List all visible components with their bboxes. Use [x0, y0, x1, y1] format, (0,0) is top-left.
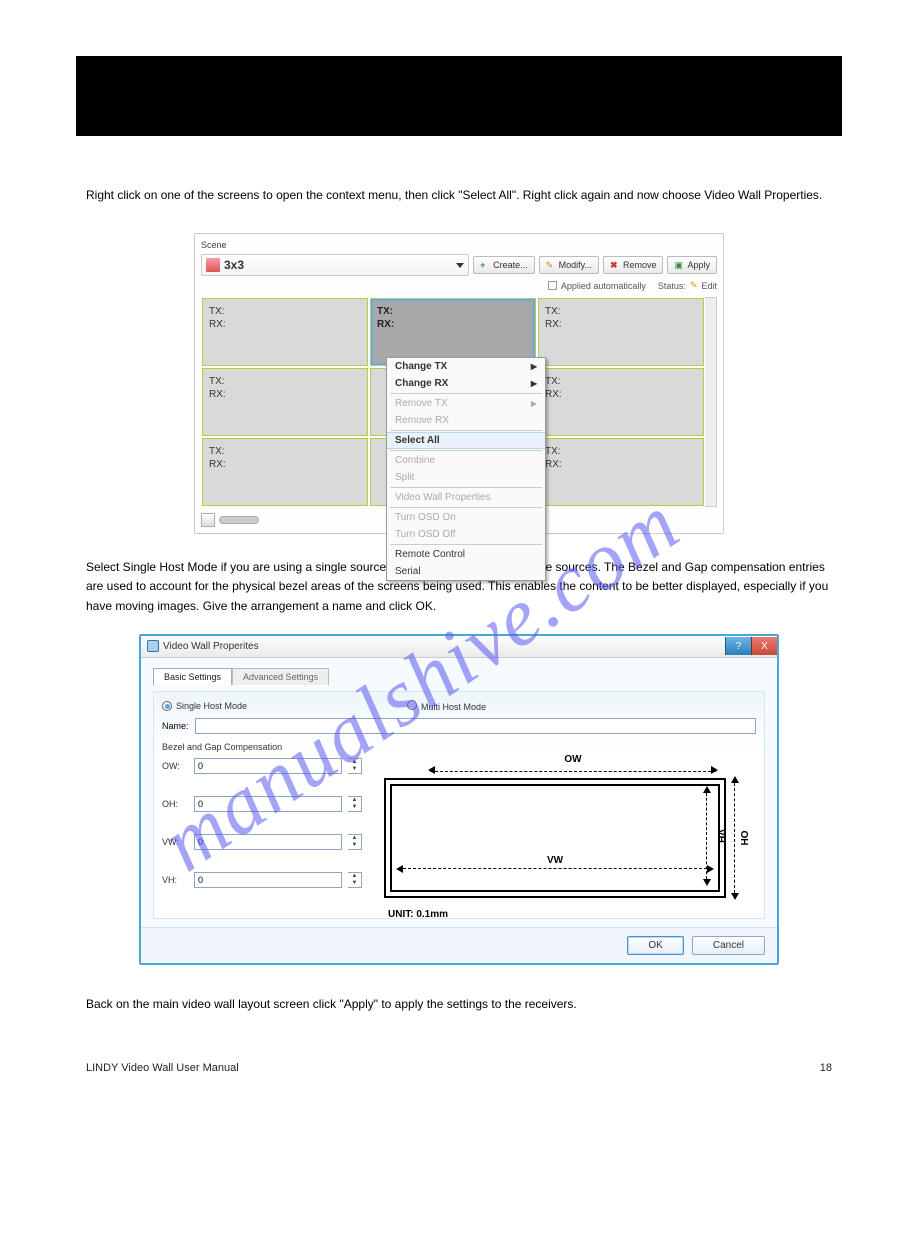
tile-2-0[interactable]: TX:RX:: [202, 438, 368, 506]
oh-input[interactable]: [194, 796, 342, 812]
paragraph-1: Right click on one of the screens to ope…: [86, 186, 832, 205]
ow-input[interactable]: [194, 758, 342, 774]
remove-button[interactable]: ✖Remove: [603, 256, 664, 274]
multi-host-radio[interactable]: [407, 700, 417, 710]
multi-host-label: Multi Host Mode: [421, 702, 486, 712]
menu-remove-tx: Remove TX▶: [387, 395, 545, 412]
applied-auto-checkbox[interactable]: [548, 281, 557, 290]
context-menu: Change TX▶ Change RX▶ Remove TX▶ Remove …: [386, 357, 546, 581]
menu-select-all[interactable]: Select All: [387, 432, 545, 449]
single-host-label: Single Host Mode: [176, 701, 247, 711]
status-edit-icon: ✎: [690, 280, 698, 291]
dialog-icon: [147, 640, 159, 652]
menu-remove-rx: Remove RX: [387, 412, 545, 429]
scene-dropdown-value: 3x3: [224, 258, 244, 272]
scene-label: Scene: [201, 240, 717, 250]
scene-panel-figure: Scene 3x3 +Create... ✎Modify... ✖ Remove …: [194, 233, 724, 534]
paragraph-3: Back on the main video wall layout scree…: [86, 995, 832, 1014]
tab-advanced-settings[interactable]: Advanced Settings: [232, 668, 329, 685]
footer-left: LINDY Video Wall User Manual: [86, 1062, 239, 1074]
tile-1-0[interactable]: TX:RX:: [202, 368, 368, 436]
apply-icon: ▣: [674, 260, 684, 270]
vw-input[interactable]: [194, 834, 342, 850]
vw-label: VW:: [162, 837, 188, 847]
tab-basic-settings[interactable]: Basic Settings: [153, 668, 232, 685]
menu-serial[interactable]: Serial: [387, 563, 545, 580]
pencil-icon: ✎: [546, 260, 556, 270]
create-button[interactable]: +Create...: [473, 256, 535, 274]
page-number: 18: [820, 1062, 832, 1074]
modify-button[interactable]: ✎Modify...: [539, 256, 599, 274]
status-label: Status:: [658, 281, 686, 291]
apply-button[interactable]: ▣Apply: [667, 256, 717, 274]
menu-vw-properties: Video Wall Properties: [387, 489, 545, 506]
header-banner: [76, 56, 842, 136]
vh-label: VH:: [162, 875, 188, 885]
menu-remote-control[interactable]: Remote Control: [387, 546, 545, 563]
scroll-left-button[interactable]: [201, 513, 215, 527]
video-wall-properties-dialog: Video Wall Properites ? X Basic Settings…: [139, 634, 779, 965]
dialog-title: Video Wall Properites: [163, 641, 259, 652]
menu-change-rx[interactable]: Change RX▶: [387, 375, 545, 392]
plus-icon: +: [480, 260, 490, 270]
tile-0-0[interactable]: TX:RX:: [202, 298, 368, 366]
menu-osd-on: Turn OSD On: [387, 509, 545, 526]
bezel-section-title: Bezel and Gap Compensation: [162, 742, 756, 752]
ow-spinner[interactable]: ▲▼: [348, 758, 362, 774]
scene-icon: [206, 258, 220, 272]
menu-osd-off: Turn OSD Off: [387, 526, 545, 543]
scene-dropdown[interactable]: 3x3: [201, 254, 469, 276]
vw-spinner[interactable]: ▲▼: [348, 834, 362, 850]
x-icon: ✖: [610, 260, 620, 270]
tile-1-2[interactable]: TX:RX:: [538, 368, 704, 436]
single-host-radio[interactable]: [162, 701, 172, 711]
ow-label: OW:: [162, 761, 188, 771]
oh-label: OH:: [162, 799, 188, 809]
bezel-diagram: OW OH VW VH UNIT: 0.1mm: [380, 758, 756, 908]
name-input[interactable]: [195, 718, 756, 734]
close-button[interactable]: X: [751, 637, 777, 655]
status-value: Edit: [701, 281, 717, 291]
cancel-button[interactable]: Cancel: [692, 936, 765, 955]
oh-spinner[interactable]: ▲▼: [348, 796, 362, 812]
caret-down-icon: [456, 263, 464, 268]
tile-0-1[interactable]: TX:RX:: [370, 298, 536, 366]
vh-spinner[interactable]: ▲▼: [348, 872, 362, 888]
applied-auto-label: Applied automatically: [561, 281, 646, 291]
menu-change-tx[interactable]: Change TX▶: [387, 358, 545, 375]
tile-2-2[interactable]: TX:RX:: [538, 438, 704, 506]
menu-split: Split: [387, 469, 545, 486]
tile-0-2[interactable]: TX:RX:: [538, 298, 704, 366]
dialog-titlebar: Video Wall Properites ? X: [141, 636, 777, 658]
help-button[interactable]: ?: [725, 637, 751, 655]
menu-combine: Combine: [387, 452, 545, 469]
vertical-scrollbar[interactable]: [705, 297, 717, 507]
name-label: Name:: [162, 721, 189, 731]
vh-input[interactable]: [194, 872, 342, 888]
horizontal-scrollbar[interactable]: [219, 516, 259, 524]
ok-button[interactable]: OK: [627, 936, 683, 955]
